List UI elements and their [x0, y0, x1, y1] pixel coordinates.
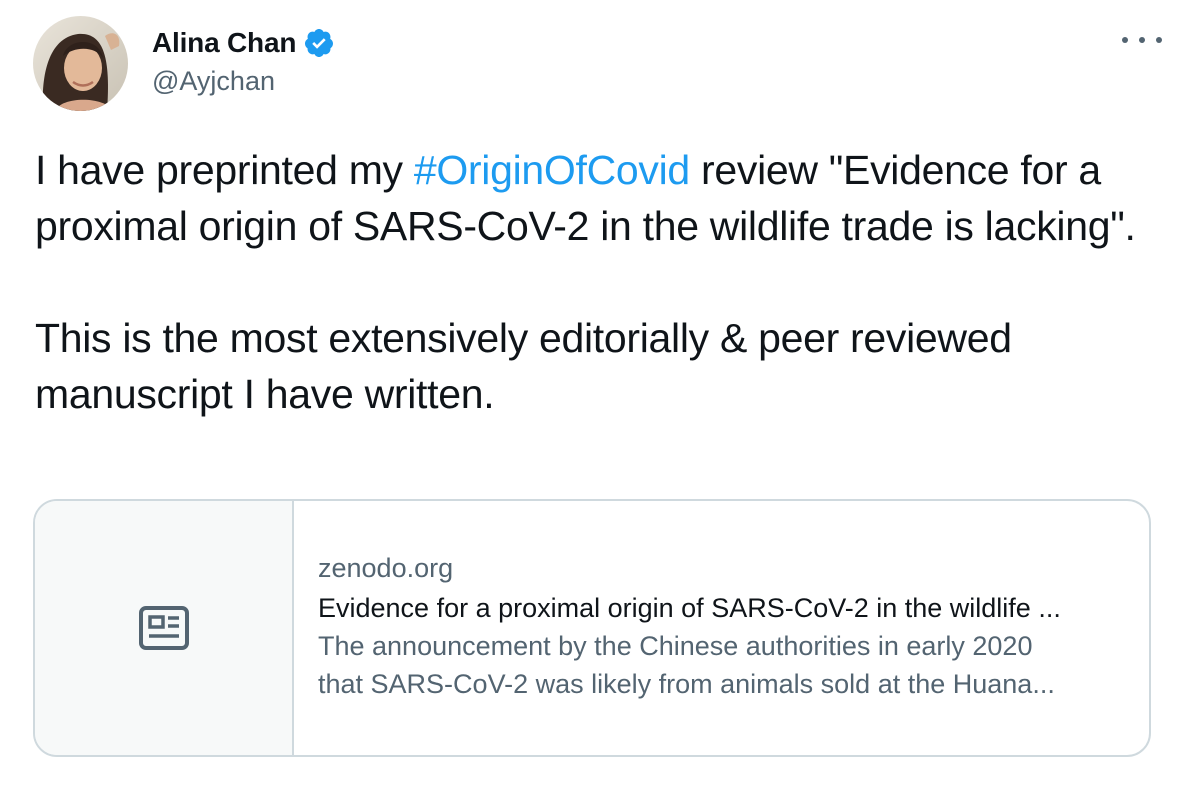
- more-dot: [1122, 37, 1128, 43]
- author-display-name[interactable]: Alina Chan: [152, 27, 296, 59]
- author-handle[interactable]: @Ayjchan: [152, 66, 275, 97]
- more-options-icon[interactable]: [1122, 28, 1162, 52]
- card-info: zenodo.org Evidence for a proximal origi…: [294, 501, 1061, 755]
- news-article-icon: [138, 606, 189, 650]
- avatar[interactable]: [33, 16, 128, 111]
- tweet-paragraph-2: This is the most extensively editorially…: [35, 315, 1012, 417]
- tweet-text: I have preprinted my #OriginOfCovid revi…: [35, 142, 1165, 422]
- card-title: Evidence for a proximal origin of SARS-C…: [318, 593, 1061, 623]
- card-thumbnail: [35, 501, 294, 755]
- tweet: Alina Chan @Ayjchan I have preprinted my…: [0, 0, 1200, 790]
- link-preview-card[interactable]: zenodo.org Evidence for a proximal origi…: [33, 499, 1151, 757]
- tweet-paragraph-1: I have preprinted my #OriginOfCovid revi…: [35, 142, 1165, 254]
- card-description-line-1: The announcement by the Chinese authorit…: [318, 631, 1033, 661]
- card-domain: zenodo.org: [318, 553, 454, 583]
- more-dot: [1139, 37, 1145, 43]
- hashtag-link[interactable]: #OriginOfCovid: [414, 147, 690, 193]
- verified-badge-icon: [303, 27, 335, 59]
- tweet-text-part1: I have preprinted my: [35, 147, 414, 193]
- card-description-line-2: that SARS-CoV-2 was likely from animals …: [318, 669, 1055, 699]
- more-dot: [1156, 37, 1162, 43]
- author-name-row[interactable]: Alina Chan: [152, 24, 335, 62]
